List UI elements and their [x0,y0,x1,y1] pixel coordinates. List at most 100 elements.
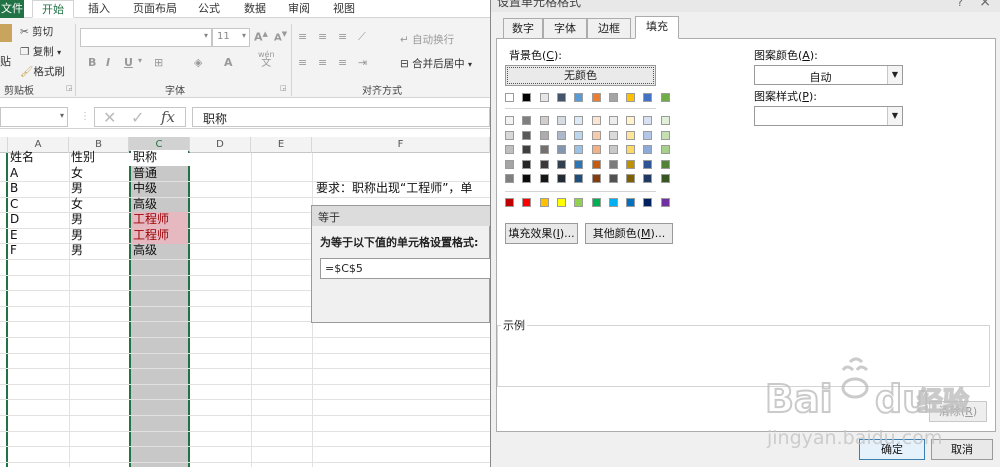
color-swatch[interactable] [505,145,514,154]
cell-b7[interactable]: 男 [69,243,129,259]
tab-view[interactable]: 视图 [325,0,363,18]
ok-button[interactable]: 确定 [859,439,925,460]
color-swatch[interactable] [540,174,549,183]
cancel-button[interactable]: 取消 [931,439,993,460]
color-swatch[interactable] [661,131,670,140]
align-left-icon[interactable]: ≡ [298,56,307,69]
color-swatch[interactable] [574,160,583,169]
cell-b2[interactable]: 女 [69,166,129,182]
tab-number[interactable]: 数字 [503,18,543,39]
more-colors-button[interactable]: 其他颜色(M)... [585,223,673,244]
color-swatch[interactable] [643,174,652,183]
tab-font[interactable]: 字体 [543,18,587,39]
color-swatch[interactable] [574,198,583,207]
column-header-e[interactable]: E [251,137,312,153]
cell-b1[interactable]: 性别 [69,150,129,166]
cell-f3-requirement[interactable]: 要求：职称出现“工程师”，单 [314,181,490,197]
font-size-up-button[interactable]: A▲ [254,30,268,44]
color-swatch[interactable] [574,116,583,125]
format-painter-button[interactable]: 🖌格式刷 [20,64,65,79]
pattern-color-dropdown[interactable]: 自动 ▼ [754,65,903,85]
tab-review[interactable]: 审阅 [280,0,318,18]
color-swatch[interactable] [505,116,514,125]
color-swatch[interactable] [505,198,514,207]
color-swatch[interactable] [574,131,583,140]
clear-button[interactable]: 清除(R) [929,401,987,422]
color-swatch[interactable] [574,93,583,102]
cut-button[interactable]: ✂ 剪切 [20,24,53,39]
equal-value-input[interactable]: =$C$5 [320,258,490,279]
bold-button[interactable]: B [88,56,96,69]
cell-b5[interactable]: 男 [69,212,129,228]
italic-button[interactable]: I [106,56,110,69]
color-swatch[interactable] [661,174,670,183]
color-swatch[interactable] [609,93,618,102]
cell-a5[interactable]: D [8,212,69,228]
color-swatch[interactable] [643,131,652,140]
color-swatch[interactable] [540,160,549,169]
tab-border[interactable]: 边框 [587,18,631,39]
name-box[interactable]: ▾ [0,107,68,127]
color-swatch[interactable] [522,145,531,154]
align-bottom-icon[interactable]: ≡ [338,30,347,43]
color-swatch[interactable] [505,131,514,140]
dialog-launcher-icon[interactable]: ◲ [280,84,287,92]
pattern-style-dropdown[interactable]: ▼ [754,106,903,126]
copy-button[interactable]: ❐ 复制 ▾ [20,44,61,59]
fill-effects-button[interactable]: 填充效果(I)... [505,223,578,244]
color-swatch[interactable] [557,198,566,207]
align-center-icon[interactable]: ≡ [318,56,327,69]
close-icon[interactable]: × [979,0,991,10]
indent-icon[interactable]: ⇥ [358,56,367,69]
clipboard-icon[interactable] [0,24,12,42]
align-top-icon[interactable]: ≡ [298,30,307,43]
color-swatch[interactable] [626,198,635,207]
cell-c2[interactable]: 普通 [131,166,188,182]
align-middle-icon[interactable]: ≡ [318,30,327,43]
tab-fill[interactable]: 填充 [635,16,679,39]
color-swatch[interactable] [643,198,652,207]
color-swatch[interactable] [661,93,670,102]
color-swatch[interactable] [609,131,618,140]
color-swatch[interactable] [626,174,635,183]
cell-c1[interactable]: 职称 [131,150,188,166]
orientation-icon[interactable]: ⟋ [358,30,366,44]
color-swatch[interactable] [522,131,531,140]
color-swatch[interactable] [592,145,601,154]
color-swatch[interactable] [557,145,566,154]
color-swatch[interactable] [557,131,566,140]
tab-home[interactable]: 开始 [32,0,74,18]
underline-button[interactable]: U [124,56,133,69]
color-swatch[interactable] [609,160,618,169]
color-swatch[interactable] [643,93,652,102]
color-swatch[interactable] [574,145,583,154]
tab-data[interactable]: 数据 [236,0,274,18]
font-color-button[interactable]: A [224,56,233,69]
cell-a2[interactable]: A [8,166,69,182]
cell-a6[interactable]: E [8,228,69,244]
color-swatch[interactable] [557,116,566,125]
color-swatch[interactable] [540,145,549,154]
insert-function-icon[interactable]: fx [161,108,175,126]
color-swatch[interactable] [540,116,549,125]
color-swatch[interactable] [626,160,635,169]
color-swatch[interactable] [643,160,652,169]
color-swatch[interactable] [574,174,583,183]
color-swatch[interactable] [661,160,670,169]
color-swatch[interactable] [626,131,635,140]
color-swatch[interactable] [609,174,618,183]
help-icon[interactable]: ? [957,0,963,9]
color-swatch[interactable] [557,174,566,183]
color-swatch[interactable] [522,93,531,102]
color-swatch[interactable] [522,160,531,169]
color-swatch[interactable] [661,198,670,207]
merge-center-button[interactable]: ⊟ 合并后居中 ▾ [400,56,472,71]
formula-input[interactable]: 职称 [192,107,490,127]
color-swatch[interactable] [626,116,635,125]
color-swatch[interactable] [643,116,652,125]
cell-b4[interactable]: 女 [69,197,129,213]
select-all-corner[interactable] [0,137,8,153]
color-swatch[interactable] [557,93,566,102]
cell-b6[interactable]: 男 [69,228,129,244]
color-swatch[interactable] [540,131,549,140]
